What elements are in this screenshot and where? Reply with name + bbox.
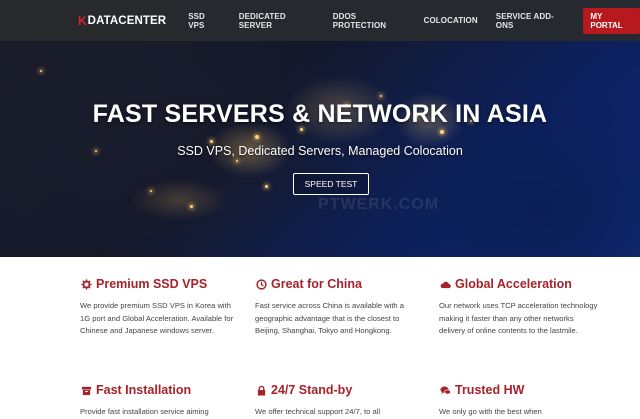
- feature-title: Great for China: [255, 277, 415, 291]
- feature-desc: Fast service across China is available w…: [255, 301, 404, 336]
- box-icon: [80, 384, 92, 396]
- feature-desc: We provide premium SSD VPS in Korea with…: [80, 301, 234, 336]
- feature-desc: We offer technical support 24/7, to all: [255, 407, 381, 416]
- feature-title-text: Great for China: [271, 277, 362, 291]
- lock-icon: [255, 384, 267, 396]
- city-light: [40, 70, 42, 72]
- nav-item-ddos-protection[interactable]: DDOS PROTECTION: [333, 12, 406, 30]
- feature-title-text: Premium SSD VPS: [96, 277, 208, 291]
- feature-24-7-standby: 24/7 Stand-by We offer technical support…: [255, 383, 415, 419]
- watermark: PTWERK.COM: [318, 196, 440, 213]
- feature-title-text: 24/7 Stand-by: [271, 383, 353, 397]
- feature-global-acceleration: Global Acceleration Our network uses TCP…: [439, 277, 599, 338]
- city-light: [440, 130, 444, 134]
- hero-subtitle: SSD VPS, Dedicated Servers, Managed Colo…: [177, 144, 463, 158]
- feature-premium-ssd-vps: Premium SSD VPS We provide premium SSD V…: [80, 277, 240, 338]
- nav-item-service-add-ons[interactable]: SERVICE ADD-ONS: [496, 12, 566, 30]
- feature-trusted-hw: Trusted HW We only go with the best when: [439, 383, 599, 419]
- features-section: Premium SSD VPS We provide premium SSD V…: [0, 257, 640, 416]
- city-light: [236, 160, 238, 162]
- city-light: [190, 205, 193, 208]
- speed-test-button[interactable]: SPEED TEST: [293, 173, 369, 195]
- city-light: [265, 185, 268, 188]
- city-light: [210, 140, 213, 143]
- feature-title-text: Fast Installation: [96, 383, 192, 397]
- cloud-icon: [439, 278, 451, 290]
- gear-icon: [80, 278, 92, 290]
- city-light: [255, 135, 259, 139]
- top-navbar: K DATACENTER SSD VPS DEDICATED SERVER DD…: [0, 0, 640, 41]
- hero-banner: K DATACENTER SSD VPS DEDICATED SERVER DD…: [0, 0, 640, 257]
- my-portal-button[interactable]: MY PORTAL: [583, 7, 640, 34]
- hero-title: FAST SERVERS & NETWORK IN ASIA: [92, 100, 548, 128]
- logo[interactable]: K DATACENTER: [78, 14, 166, 28]
- feature-fast-installation: Fast Installation Provide fast installat…: [80, 383, 240, 419]
- nav-item-ssd-vps[interactable]: SSD VPS: [188, 12, 221, 30]
- feature-title: Trusted HW: [439, 383, 599, 397]
- feature-title-text: Global Acceleration: [455, 277, 572, 291]
- clock-icon: [255, 278, 267, 290]
- feature-great-for-china: Great for China Fast service across Chin…: [255, 277, 415, 338]
- feature-title: Global Acceleration: [439, 277, 599, 291]
- feature-title: Premium SSD VPS: [80, 277, 240, 291]
- city-light: [150, 190, 152, 192]
- logo-text: DATACENTER: [87, 14, 167, 27]
- feature-title: Fast Installation: [80, 383, 240, 397]
- logo-mark: K: [78, 13, 87, 28]
- feature-desc: Our network uses TCP acceleration techno…: [439, 301, 598, 336]
- city-light: [380, 95, 382, 97]
- nav-item-dedicated-server[interactable]: DEDICATED SERVER: [239, 12, 315, 30]
- chat-icon: [439, 384, 451, 396]
- nav-item-colocation[interactable]: COLOCATION: [424, 16, 478, 25]
- feature-desc: We only go with the best when: [439, 407, 542, 416]
- feature-title: 24/7 Stand-by: [255, 383, 415, 397]
- feature-desc: Provide fast installation service aiming: [80, 407, 209, 416]
- feature-title-text: Trusted HW: [455, 383, 525, 397]
